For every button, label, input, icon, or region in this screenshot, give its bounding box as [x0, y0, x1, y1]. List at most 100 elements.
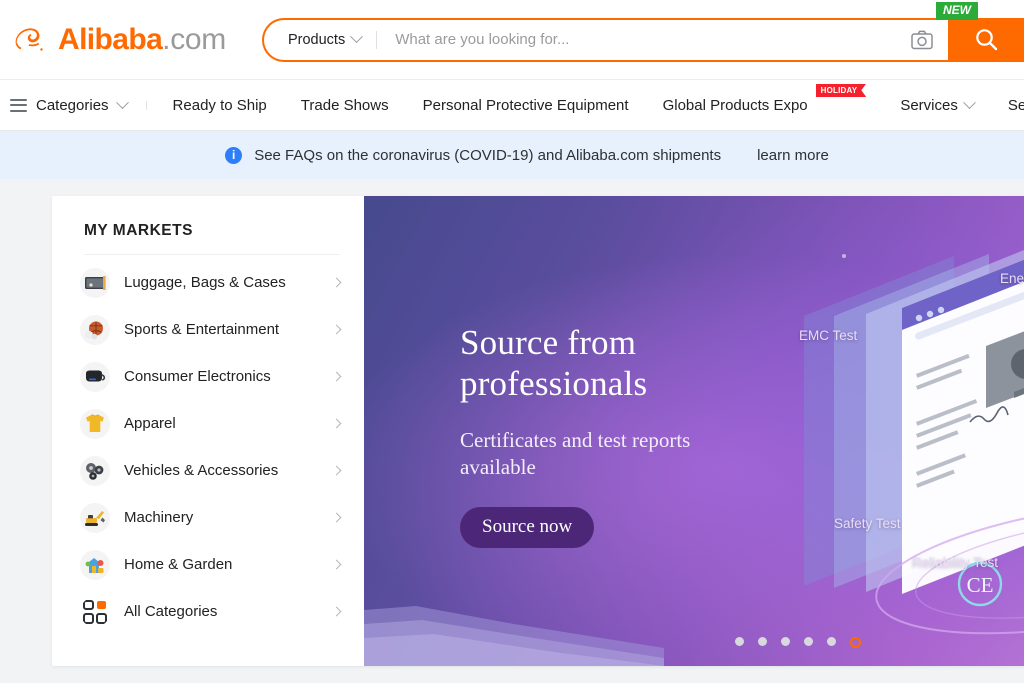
hero-subheadline: Certificates and test reports available	[460, 427, 690, 481]
search-input[interactable]	[377, 20, 896, 60]
sports-ball-thumbnail	[80, 315, 110, 345]
excavator-thumbnail	[80, 503, 110, 533]
carousel-dot[interactable]	[781, 637, 790, 646]
hero-copy: Source from professionals Certificates a…	[460, 323, 690, 548]
grid-squares-icon	[80, 597, 110, 627]
hero-label-energy: Ene	[1000, 271, 1024, 286]
certification-illustration: CE PS E ISO	[774, 196, 1024, 666]
my-markets-title: MY MARKETS	[52, 222, 364, 254]
hero-headline: Source from professionals	[460, 323, 690, 405]
hero-headline-line2: professionals	[460, 364, 690, 405]
notice-text: See FAQs on the coronavirus (COVID-19) a…	[254, 147, 721, 164]
sidebar-item-label: All Categories	[124, 603, 319, 620]
nav-item-label: Ready to Ship	[173, 97, 267, 114]
chevron-right-icon	[332, 607, 342, 617]
chevron-right-icon	[332, 419, 342, 429]
sidebar-item-label: Vehicles & Accessories	[124, 462, 319, 479]
new-badge: NEW	[936, 2, 978, 20]
search-button[interactable]	[948, 18, 1024, 62]
hero-headline-line1: Source from	[460, 323, 690, 364]
info-circle-icon: i	[225, 147, 242, 164]
sidebar-item-all-categories[interactable]: All Categories	[52, 588, 364, 635]
sidebar-item-sports-entertainment[interactable]: Sports & Entertainment	[52, 306, 364, 353]
carousel-dot[interactable]	[827, 637, 836, 646]
site-header: Alibaba.com NEW Products	[0, 0, 1024, 79]
luggage-thumbnail	[80, 268, 110, 298]
gears-thumbnail	[80, 456, 110, 486]
search-icon	[974, 27, 999, 52]
hero-subheadline-line2: available	[460, 454, 690, 481]
chevron-right-icon	[332, 372, 342, 382]
carousel-dot-active[interactable]	[850, 637, 861, 648]
tshirt-thumbnail	[80, 409, 110, 439]
covid-notice-bar: i See FAQs on the coronavirus (COVID-19)…	[0, 131, 1024, 179]
nav-item-services[interactable]: Services	[883, 97, 991, 114]
svg-text:CE: CE	[967, 573, 994, 597]
chevron-right-icon	[332, 560, 342, 570]
nav-categories-button[interactable]: Categories	[10, 97, 147, 114]
logo-domain-suffix: .com	[162, 23, 226, 56]
alibaba-logo[interactable]: Alibaba.com	[10, 20, 226, 60]
sidebar-item-vehicles-accessories[interactable]: Vehicles & Accessories	[52, 447, 364, 494]
page-body: MY MARKETS Luggage, Bags & Cases Sports …	[0, 179, 1024, 666]
notice-learn-more-link[interactable]: learn more	[757, 147, 829, 164]
hero-banner-slide[interactable]: CE PS E ISO EMC Test Ene	[364, 196, 1024, 666]
nav-item-label: Sell on Alibaba.com	[1008, 97, 1024, 114]
sidebar-item-label: Sports & Entertainment	[124, 321, 319, 338]
chevron-right-icon	[332, 278, 342, 288]
nav-item-label: Personal Protective Equipment	[423, 97, 629, 114]
search-assembly: NEW Products	[262, 18, 1024, 62]
chevron-right-icon	[332, 325, 342, 335]
image-search-button[interactable]	[896, 20, 948, 60]
sidebar-item-home-garden[interactable]: Home & Garden	[52, 541, 364, 588]
sidebar-item-label: Luggage, Bags & Cases	[124, 274, 319, 291]
logo-wordmark: Alibaba.com	[58, 25, 226, 55]
chevron-right-icon	[332, 513, 342, 523]
chevron-down-icon	[116, 96, 129, 109]
nav-item-personal-protective-equipment[interactable]: Personal Protective Equipment	[406, 97, 646, 114]
sidebar-item-apparel[interactable]: Apparel	[52, 400, 364, 447]
sidebar-item-label: Apparel	[124, 415, 319, 432]
holiday-badge: HOLIDAY	[816, 84, 867, 98]
sidebar-item-label: Consumer Electronics	[124, 368, 319, 385]
hamburger-menu-icon	[10, 99, 27, 112]
nav-item-label: Services	[900, 97, 958, 114]
terrace-platform-graphic	[364, 576, 664, 666]
nav-item-list: Ready to Ship Trade Shows Personal Prote…	[147, 97, 1024, 114]
hero-label-reliability-test: Reliability Test	[912, 555, 998, 570]
hero-label-emc-test: EMC Test	[799, 328, 857, 343]
nav-item-label: Trade Shows	[301, 97, 389, 114]
source-now-button[interactable]: Source now	[460, 507, 594, 548]
main-navigation: Categories Ready to Ship Trade Shows Per…	[0, 79, 1024, 131]
home-hero-card: MY MARKETS Luggage, Bags & Cases Sports …	[52, 196, 1024, 666]
hero-label-safety-test: Safety Test	[834, 516, 901, 531]
search-category-label: Products	[288, 32, 345, 48]
nav-item-sell-on-alibaba[interactable]: Sell on Alibaba.com	[991, 97, 1024, 114]
camera-icon	[911, 30, 933, 50]
sidebar-item-luggage-bags-cases[interactable]: Luggage, Bags & Cases	[52, 259, 364, 306]
nav-item-label: Global Products Expo	[663, 97, 808, 114]
carousel-dot[interactable]	[735, 637, 744, 646]
sidebar-item-machinery[interactable]: Machinery	[52, 494, 364, 541]
sidebar-item-consumer-electronics[interactable]: Consumer Electronics	[52, 353, 364, 400]
logo-brand-name: Alibaba	[58, 23, 162, 56]
carousel-dot[interactable]	[758, 637, 767, 646]
hero-subheadline-line1: Certificates and test reports	[460, 427, 690, 454]
nav-categories-label: Categories	[36, 97, 109, 114]
home-goods-thumbnail	[80, 550, 110, 580]
nav-item-ready-to-ship[interactable]: Ready to Ship	[147, 97, 284, 114]
sidebar-item-label: Machinery	[124, 509, 319, 526]
carousel-dot[interactable]	[804, 637, 813, 646]
alibaba-logo-mark	[10, 23, 56, 57]
search-category-dropdown[interactable]: Products	[264, 20, 377, 60]
my-markets-sidebar: MY MARKETS Luggage, Bags & Cases Sports …	[52, 196, 364, 666]
chevron-down-icon	[963, 96, 976, 109]
chevron-down-icon	[350, 30, 363, 43]
nav-item-trade-shows[interactable]: Trade Shows	[284, 97, 406, 114]
sidebar-item-label: Home & Garden	[124, 556, 319, 573]
chevron-right-icon	[332, 466, 342, 476]
carousel-dots	[364, 637, 1024, 648]
divider	[84, 254, 340, 255]
vr-headset-thumbnail	[80, 362, 110, 392]
nav-item-global-products-expo[interactable]: Global Products Expo HOLIDAY	[646, 97, 884, 114]
